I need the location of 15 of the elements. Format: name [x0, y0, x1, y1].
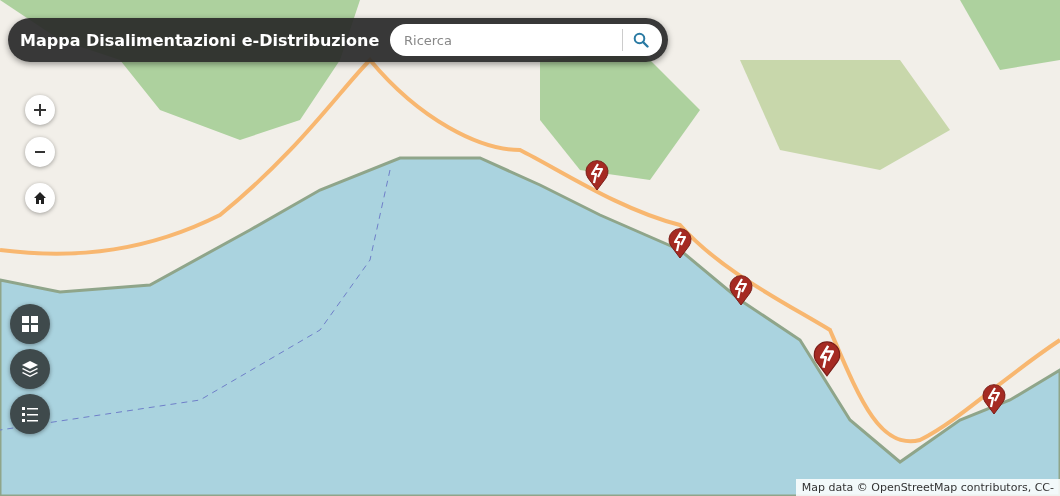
outage-marker-icon[interactable]	[585, 159, 609, 191]
outage-marker-icon[interactable]	[729, 274, 753, 306]
search-field[interactable]: Ricerca	[390, 24, 662, 56]
layers-icon	[20, 359, 40, 379]
map-drawing[interactable]	[0, 0, 1060, 496]
outage-marker-icon[interactable]	[668, 227, 692, 259]
outage-marker-icon[interactable]	[813, 340, 841, 377]
list-icon	[20, 404, 40, 424]
plus-icon	[33, 103, 47, 117]
grid-icon	[20, 314, 40, 334]
search-icon	[632, 32, 649, 48]
home-icon	[33, 191, 47, 205]
app-title: Mappa Disalimentazioni e-Distribuzione	[20, 30, 380, 50]
attribution-text: Map data © OpenStreetMap contributors, CC-	[795, 479, 1060, 496]
outage-marker-icon[interactable]	[982, 383, 1006, 415]
